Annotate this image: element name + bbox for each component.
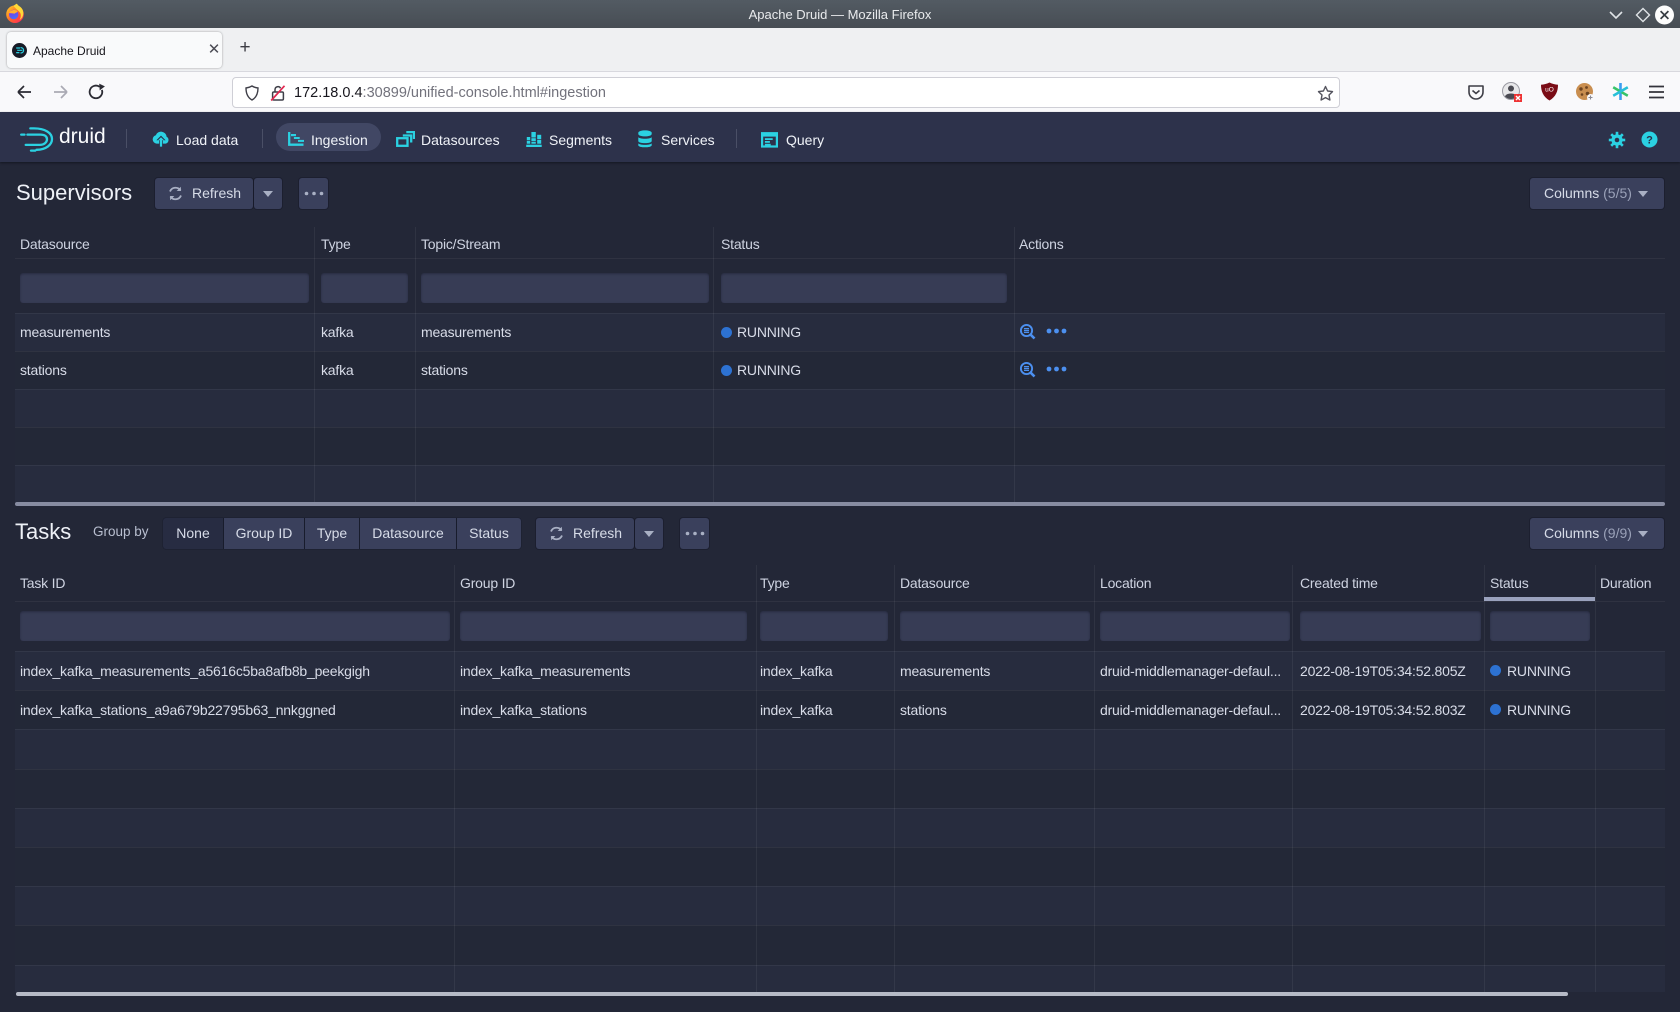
svg-text:uO: uO bbox=[1545, 87, 1554, 94]
svg-text:?: ? bbox=[1646, 134, 1653, 146]
